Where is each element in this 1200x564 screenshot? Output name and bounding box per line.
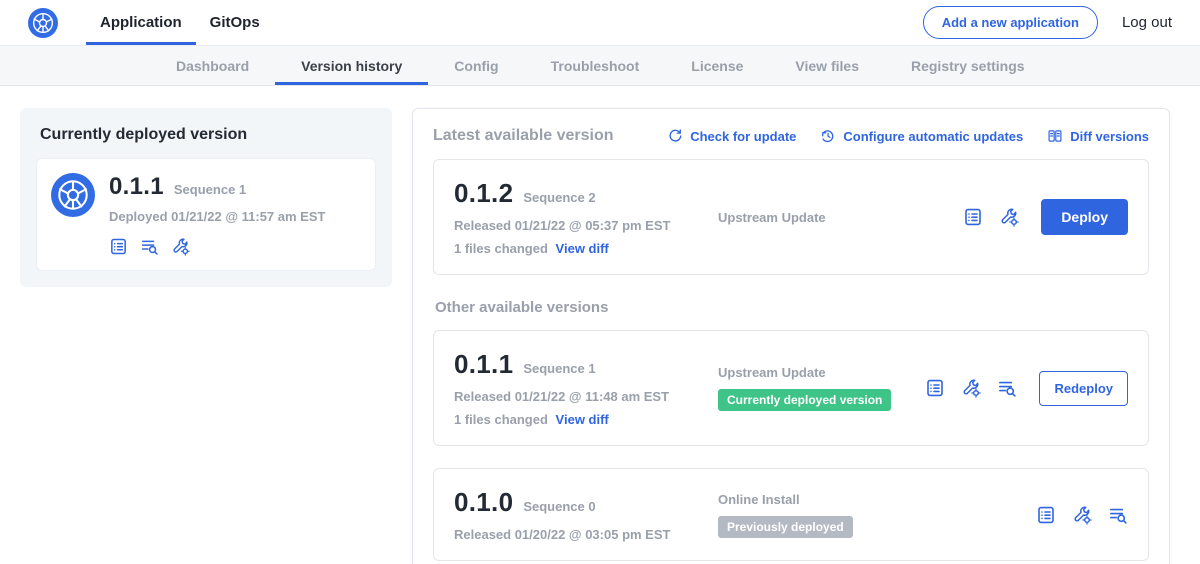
version-actions: Deploy bbox=[963, 199, 1128, 235]
release-notes-icon[interactable] bbox=[963, 207, 983, 227]
edit-config-icon[interactable] bbox=[171, 237, 190, 256]
view-diff-link[interactable]: View diff bbox=[556, 412, 609, 427]
version-row: 0.1.1 Sequence 1 Released 01/21/22 @ 11:… bbox=[433, 330, 1149, 446]
release-notes-icon[interactable] bbox=[109, 237, 128, 256]
currently-deployed-badge: Currently deployed version bbox=[718, 389, 891, 411]
version-number: 0.1.2 bbox=[454, 178, 513, 209]
version-source: Upstream Update Currently deployed versi… bbox=[706, 365, 925, 411]
subnav-registry-settings[interactable]: Registry settings bbox=[885, 46, 1051, 85]
main-content: Currently deployed version 0.1.1 Sequenc… bbox=[0, 86, 1200, 564]
top-tabs: Application GitOps bbox=[86, 0, 274, 45]
deployed-action-icons bbox=[109, 237, 325, 256]
subnav-view-files[interactable]: View files bbox=[769, 46, 885, 85]
preflight-checks-icon[interactable] bbox=[997, 378, 1017, 398]
deployed-sequence: Sequence 1 bbox=[174, 182, 246, 197]
deployed-timestamp: Deployed 01/21/22 @ 11:57 am EST bbox=[109, 209, 325, 224]
check-for-update-label: Check for update bbox=[690, 129, 796, 144]
version-row: 0.1.0 Sequence 0 Released 01/20/22 @ 03:… bbox=[433, 468, 1149, 561]
version-history-panel: Latest available version Check for updat… bbox=[412, 108, 1170, 564]
kubernetes-logo bbox=[28, 0, 58, 45]
source-label: Upstream Update bbox=[718, 210, 963, 225]
redeploy-button[interactable]: Redeploy bbox=[1039, 371, 1128, 406]
version-source: Upstream Update bbox=[706, 210, 963, 225]
subnav-license[interactable]: License bbox=[665, 46, 769, 85]
preflight-checks-icon[interactable] bbox=[1108, 505, 1128, 525]
edit-config-icon[interactable] bbox=[999, 207, 1019, 227]
edit-config-icon[interactable] bbox=[961, 378, 981, 398]
version-sequence: Sequence 1 bbox=[523, 361, 595, 376]
subnav-dashboard[interactable]: Dashboard bbox=[150, 46, 275, 85]
deploy-button[interactable]: Deploy bbox=[1041, 199, 1128, 235]
check-for-update-link[interactable]: Check for update bbox=[667, 128, 796, 144]
files-changed-label: 1 files changed bbox=[454, 412, 548, 427]
deployed-card-title: Currently deployed version bbox=[40, 126, 376, 144]
version-actions bbox=[1036, 505, 1128, 525]
version-number: 0.1.1 bbox=[454, 349, 513, 380]
view-diff-link[interactable]: View diff bbox=[556, 241, 609, 256]
deployed-info: 0.1.1 Sequence 1 Deployed 01/21/22 @ 11:… bbox=[109, 173, 325, 256]
source-label: Online Install bbox=[718, 492, 1036, 507]
version-actions: Redeploy bbox=[925, 371, 1128, 406]
version-sequence: Sequence 2 bbox=[523, 190, 595, 205]
deployed-version-card: 0.1.1 Sequence 1 Deployed 01/21/22 @ 11:… bbox=[36, 158, 376, 271]
diff-versions-link[interactable]: Diff versions bbox=[1047, 128, 1149, 144]
version-sequence: Sequence 0 bbox=[523, 499, 595, 514]
version-info: 0.1.1 Sequence 1 Released 01/21/22 @ 11:… bbox=[454, 349, 706, 427]
configure-automatic-updates-label: Configure automatic updates bbox=[843, 129, 1023, 144]
app-subnav: Dashboard Version history Config Trouble… bbox=[0, 46, 1200, 86]
release-notes-icon[interactable] bbox=[925, 378, 945, 398]
logout-link[interactable]: Log out bbox=[1122, 14, 1172, 31]
version-row: 0.1.2 Sequence 2 Released 01/21/22 @ 05:… bbox=[433, 159, 1149, 275]
latest-available-title: Latest available version bbox=[433, 127, 614, 145]
version-info: 0.1.2 Sequence 2 Released 01/21/22 @ 05:… bbox=[454, 178, 706, 256]
tab-application[interactable]: Application bbox=[86, 0, 196, 45]
diff-versions-label: Diff versions bbox=[1070, 129, 1149, 144]
currently-deployed-card: Currently deployed version 0.1.1 Sequenc… bbox=[20, 108, 392, 287]
deployed-version-number: 0.1.1 bbox=[109, 173, 164, 201]
diff-icon bbox=[1047, 128, 1063, 144]
configure-automatic-updates-link[interactable]: Configure automatic updates bbox=[820, 128, 1023, 144]
panel-actions: Check for update Configure automatic upd… bbox=[667, 128, 1149, 144]
edit-config-icon[interactable] bbox=[1072, 505, 1092, 525]
auto-update-clock-icon bbox=[820, 128, 836, 144]
preflight-checks-icon[interactable] bbox=[140, 237, 159, 256]
previously-deployed-badge: Previously deployed bbox=[718, 516, 853, 538]
top-header: Application GitOps Add a new application… bbox=[0, 0, 1200, 46]
other-versions-title: Other available versions bbox=[435, 299, 1149, 316]
files-changed-label: 1 files changed bbox=[454, 241, 548, 256]
subnav-version-history[interactable]: Version history bbox=[275, 46, 428, 85]
refresh-icon bbox=[667, 128, 683, 144]
panel-header: Latest available version Check for updat… bbox=[433, 127, 1149, 145]
header-right: Add a new application Log out bbox=[923, 0, 1172, 45]
released-timestamp: Released 01/21/22 @ 11:48 am EST bbox=[454, 389, 706, 404]
app-icon bbox=[51, 173, 95, 256]
released-timestamp: Released 01/20/22 @ 03:05 pm EST bbox=[454, 527, 706, 542]
version-number: 0.1.0 bbox=[454, 487, 513, 518]
released-timestamp: Released 01/21/22 @ 05:37 pm EST bbox=[454, 218, 706, 233]
tab-gitops[interactable]: GitOps bbox=[196, 0, 274, 45]
source-label: Upstream Update bbox=[718, 365, 925, 380]
release-notes-icon[interactable] bbox=[1036, 505, 1056, 525]
version-info: 0.1.0 Sequence 0 Released 01/20/22 @ 03:… bbox=[454, 487, 706, 542]
subnav-config[interactable]: Config bbox=[428, 46, 524, 85]
version-source: Online Install Previously deployed bbox=[706, 492, 1036, 538]
add-application-button[interactable]: Add a new application bbox=[923, 6, 1098, 39]
subnav-troubleshoot[interactable]: Troubleshoot bbox=[525, 46, 666, 85]
